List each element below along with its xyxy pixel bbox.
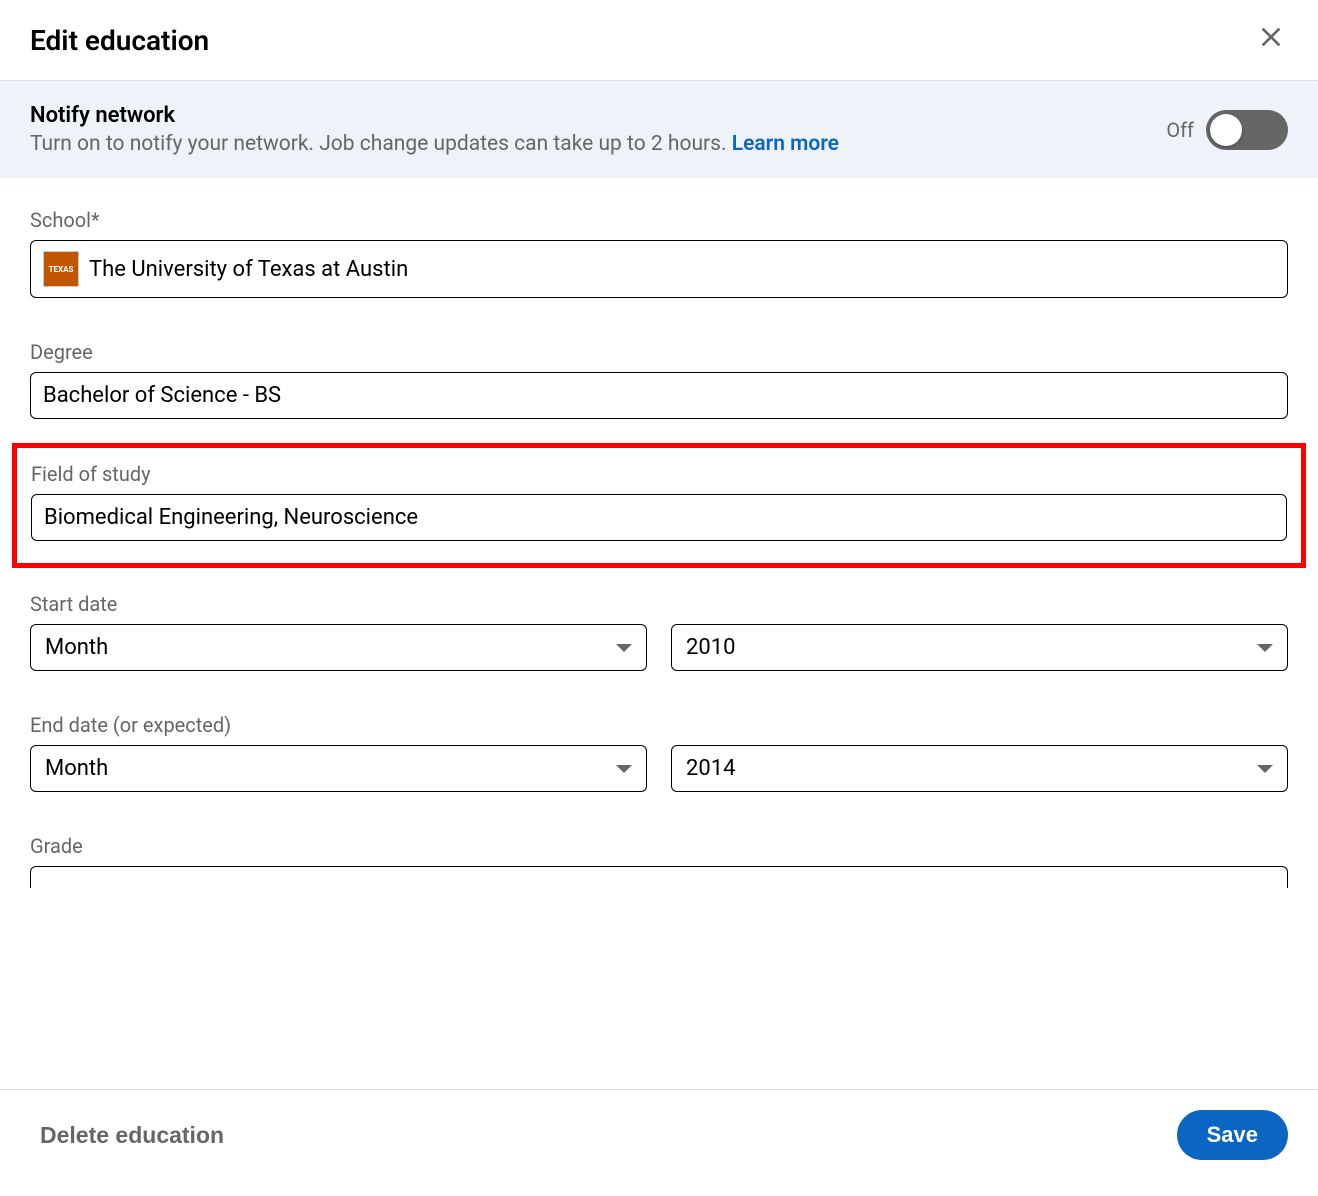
start-year-select[interactable]: 2010 [671,624,1288,671]
end-year-select[interactable]: 2014 [671,745,1288,792]
degree-field: Degree [30,340,1288,419]
start-date-label: Start date [30,592,1288,616]
field-of-study-input-wrap[interactable] [31,494,1287,541]
degree-input-wrap[interactable] [30,372,1288,419]
grade-field: Grade [30,834,1288,888]
end-year-value: 2014 [686,756,735,781]
notify-content: Notify network Turn on to notify your ne… [30,103,839,156]
form-body: School* TEXAS Degree Field of study Star… [0,178,1318,1089]
close-icon [1258,24,1284,57]
grade-input[interactable] [30,866,1288,888]
end-date-row: Month 2014 [30,745,1288,792]
degree-input[interactable] [43,383,1275,408]
notify-description: Turn on to notify your network. Job chan… [30,132,839,156]
modal-title: Edit education [30,24,209,57]
school-input-wrap[interactable]: TEXAS [30,240,1288,298]
close-button[interactable] [1254,20,1288,60]
grade-label: Grade [30,834,1288,858]
modal-footer: Delete education Save [0,1089,1318,1196]
delete-education-button[interactable]: Delete education [40,1122,224,1149]
chevron-down-icon [616,644,632,652]
end-month-select[interactable]: Month [30,745,647,792]
toggle-state-label: Off [1166,118,1194,142]
field-of-study-highlight: Field of study [12,443,1306,568]
chevron-down-icon [616,765,632,773]
notify-toggle[interactable] [1206,110,1288,150]
start-date-row: Month 2010 [30,624,1288,671]
notify-network-bar: Notify network Turn on to notify your ne… [0,81,1318,178]
end-month-value: Month [45,756,108,781]
edit-education-modal: Edit education Notify network Turn on to… [0,0,1318,1196]
degree-label: Degree [30,340,1288,364]
notify-heading: Notify network [30,103,839,128]
field-of-study-input[interactable] [44,505,1274,530]
field-of-study-label: Field of study [31,462,1287,486]
start-date-field: Start date Month 2010 [30,592,1288,671]
start-year-value: 2010 [686,635,735,660]
notify-toggle-wrap: Off [1166,110,1288,150]
toggle-knob [1210,114,1242,146]
school-input[interactable] [89,257,1275,282]
learn-more-link[interactable]: Learn more [732,132,839,156]
modal-header: Edit education [0,0,1318,81]
school-field: School* TEXAS [30,208,1288,298]
chevron-down-icon [1257,765,1273,773]
school-logo-icon: TEXAS [43,251,79,287]
start-month-value: Month [45,635,108,660]
save-button[interactable]: Save [1177,1110,1288,1160]
field-of-study-field: Field of study [31,462,1287,541]
chevron-down-icon [1257,644,1273,652]
end-date-label: End date (or expected) [30,713,1288,737]
start-month-select[interactable]: Month [30,624,647,671]
school-label: School* [30,208,1288,232]
end-date-field: End date (or expected) Month 2014 [30,713,1288,792]
